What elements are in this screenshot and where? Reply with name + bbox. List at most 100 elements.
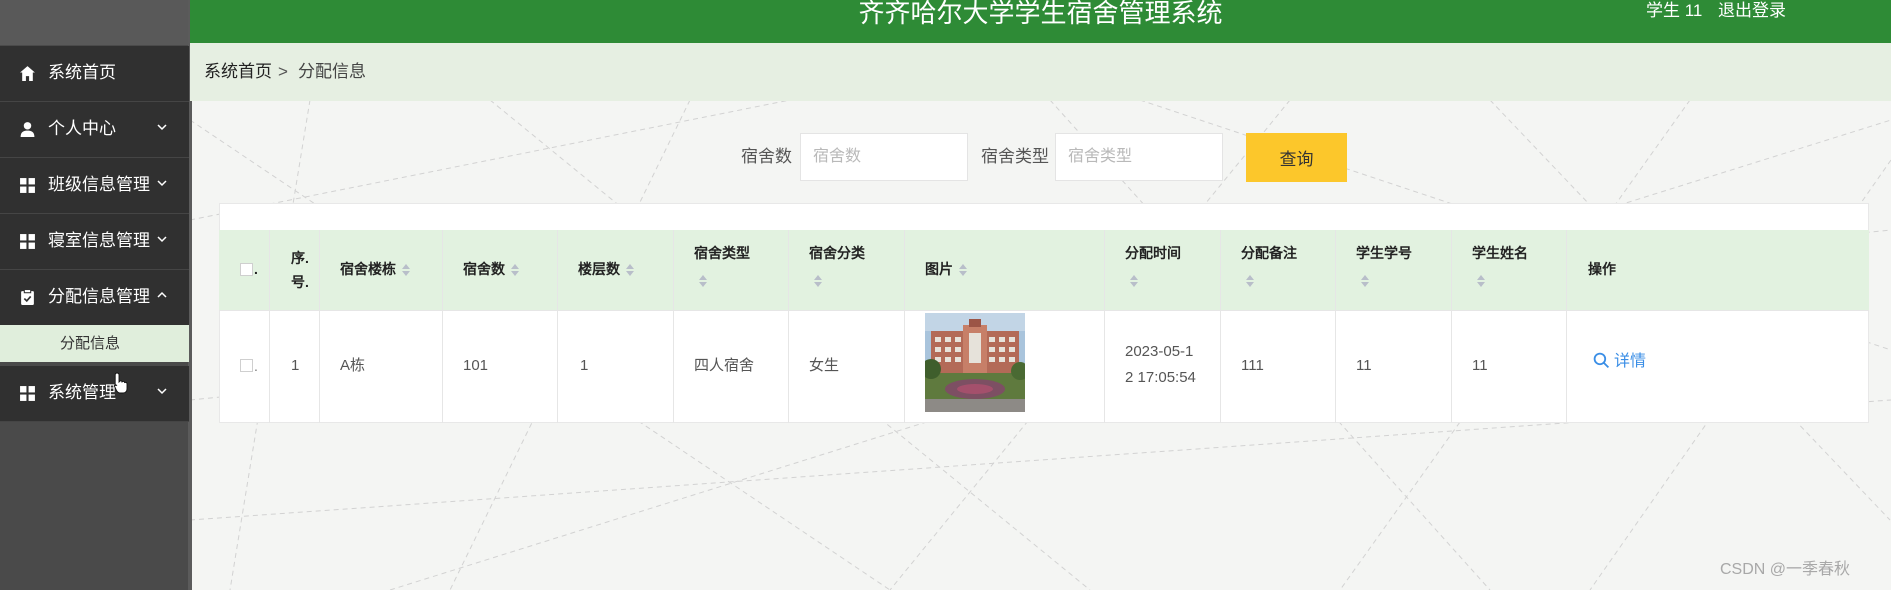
sort-icon[interactable] bbox=[1246, 275, 1255, 287]
column-header-image[interactable]: 图片 bbox=[925, 256, 968, 282]
sidebar-item-label: 系统管理 bbox=[48, 383, 116, 402]
header-bar: 齐齐哈尔大学学生宿舍管理系统 学生 11 退出登录 bbox=[190, 0, 1891, 43]
sort-icon[interactable] bbox=[814, 275, 823, 287]
grid-icon bbox=[20, 234, 35, 249]
cell-index: 1 bbox=[291, 357, 300, 374]
chevron-down-icon bbox=[157, 388, 167, 395]
breadcrumb-current: 分配信息 bbox=[298, 62, 366, 81]
column-header-note: 分配备注 bbox=[1241, 245, 1297, 261]
user-icon bbox=[20, 122, 35, 137]
sort-icon[interactable] bbox=[402, 264, 411, 277]
sidebar-item-system[interactable]: 系统管理 bbox=[0, 366, 189, 422]
cell-time: 2 17:05:54 bbox=[1125, 369, 1196, 386]
column-divider bbox=[788, 230, 789, 423]
cell-student-id: 11 bbox=[1356, 357, 1372, 374]
sort-icon[interactable] bbox=[699, 275, 708, 287]
room-type-label: 宿舍类型 bbox=[981, 147, 1049, 166]
sort-icon[interactable] bbox=[1477, 275, 1486, 287]
select-all-checkbox[interactable] bbox=[240, 263, 253, 276]
room-count-input[interactable] bbox=[800, 133, 968, 181]
breadcrumb-separator: > bbox=[278, 62, 288, 81]
app-title: 齐齐哈尔大学学生宿舍管理系统 bbox=[858, 0, 1223, 28]
chevron-down-icon bbox=[157, 180, 167, 187]
sidebar-item-label: 分配信息管理 bbox=[48, 287, 150, 306]
cell-type: 四人宿舍 bbox=[694, 357, 755, 374]
sidebar-item-home[interactable]: 系统首页 bbox=[0, 46, 189, 102]
search-icon bbox=[1593, 352, 1610, 369]
column-divider bbox=[319, 230, 320, 423]
column-header-index: 序. bbox=[291, 250, 309, 266]
column-header-action: 操作 bbox=[1588, 261, 1616, 277]
column-divider bbox=[1335, 230, 1336, 423]
query-button[interactable]: 查询 bbox=[1246, 133, 1347, 182]
column-divider bbox=[1220, 230, 1221, 423]
chevron-down-icon bbox=[157, 236, 167, 243]
column-header-index: 号. bbox=[291, 274, 309, 290]
column-divider bbox=[673, 230, 674, 423]
column-divider bbox=[1451, 230, 1452, 423]
watermark: CSDN @一季春秋 bbox=[1720, 561, 1851, 578]
sidebar-item-label: 个人中心 bbox=[48, 119, 116, 138]
cell-room: 101 bbox=[463, 357, 489, 374]
dormitory-photo[interactable] bbox=[925, 313, 1025, 412]
column-header-label: 宿舍数 bbox=[463, 261, 505, 277]
sidebar-subitem-allocation-info[interactable]: 分配信息 bbox=[0, 325, 189, 362]
column-header-label: 楼层数 bbox=[578, 261, 620, 277]
column-divider bbox=[1104, 230, 1105, 423]
sidebar-top-strip bbox=[0, 0, 190, 45]
sidebar-item-label: 班级信息管理 bbox=[48, 175, 150, 194]
cell-time: 2023-05-1 bbox=[1125, 343, 1194, 360]
column-header-room[interactable]: 宿舍数 bbox=[463, 256, 520, 282]
sidebar: 系统首页 个人中心 班级信息管理 寝室信息管理 分配信息管理 分配信息 系统管理 bbox=[0, 0, 192, 590]
room-count-label: 宿舍数 bbox=[741, 147, 792, 166]
row-checkbox-marker: . bbox=[254, 358, 258, 374]
column-header-time: 分配时间 bbox=[1125, 245, 1181, 261]
column-header-student-id: 学生学号 bbox=[1356, 245, 1412, 261]
clipboard-icon bbox=[21, 289, 34, 305]
column-header-floor[interactable]: 楼层数 bbox=[578, 256, 635, 282]
sidebar-item-allocation[interactable]: 分配信息管理 bbox=[0, 270, 189, 326]
sidebar-item-label: 系统首页 bbox=[48, 63, 116, 82]
cell-category: 女生 bbox=[809, 357, 840, 374]
detail-label: 详情 bbox=[1614, 353, 1647, 370]
row-checkbox[interactable] bbox=[240, 359, 253, 372]
sidebar-subitem-label: 分配信息 bbox=[60, 335, 121, 352]
grid-icon bbox=[20, 386, 35, 401]
column-header-label: 图片 bbox=[925, 261, 953, 277]
column-header-student-name: 学生姓名 bbox=[1472, 245, 1528, 261]
column-divider bbox=[904, 230, 905, 423]
breadcrumb: 系统首页 > 分配信息 bbox=[190, 43, 1891, 101]
chevron-down-icon bbox=[157, 124, 167, 131]
hand-cursor-icon bbox=[114, 372, 128, 394]
cell-student-name: 11 bbox=[1472, 357, 1488, 374]
sort-icon[interactable] bbox=[1130, 275, 1139, 287]
column-header-label: 宿舍楼栋 bbox=[340, 261, 396, 277]
sidebar-item-label: 寝室信息管理 bbox=[48, 231, 150, 250]
column-header-category: 宿舍分类 bbox=[809, 245, 865, 261]
sidebar-item-profile[interactable]: 个人中心 bbox=[0, 102, 189, 158]
column-header-building[interactable]: 宿舍楼栋 bbox=[340, 256, 411, 282]
grid-icon bbox=[20, 178, 35, 193]
cell-floor: 1 bbox=[580, 357, 589, 374]
breadcrumb-home[interactable]: 系统首页 bbox=[204, 62, 272, 82]
column-header-type: 宿舍类型 bbox=[694, 245, 750, 261]
logout-link[interactable]: 退出登录 bbox=[1718, 0, 1786, 22]
home-icon bbox=[20, 66, 35, 81]
detail-button[interactable]: 详情 bbox=[1593, 350, 1646, 374]
column-divider bbox=[1566, 230, 1567, 423]
sort-icon[interactable] bbox=[959, 264, 968, 277]
column-header-check: . bbox=[254, 261, 258, 277]
sort-icon[interactable] bbox=[626, 264, 635, 277]
sidebar-item-dorm-info[interactable]: 寝室信息管理 bbox=[0, 214, 189, 270]
column-divider bbox=[557, 230, 558, 423]
chevron-up-icon bbox=[157, 291, 167, 298]
sort-icon[interactable] bbox=[1361, 275, 1370, 287]
sidebar-item-class-info[interactable]: 班级信息管理 bbox=[0, 158, 189, 214]
sort-icon[interactable] bbox=[511, 264, 520, 277]
room-type-input[interactable] bbox=[1055, 133, 1223, 181]
cell-note: 111 bbox=[1241, 357, 1264, 374]
column-divider bbox=[442, 230, 443, 423]
row-divider bbox=[219, 310, 1869, 311]
column-divider bbox=[269, 230, 270, 423]
cell-building: A栋 bbox=[340, 357, 366, 374]
